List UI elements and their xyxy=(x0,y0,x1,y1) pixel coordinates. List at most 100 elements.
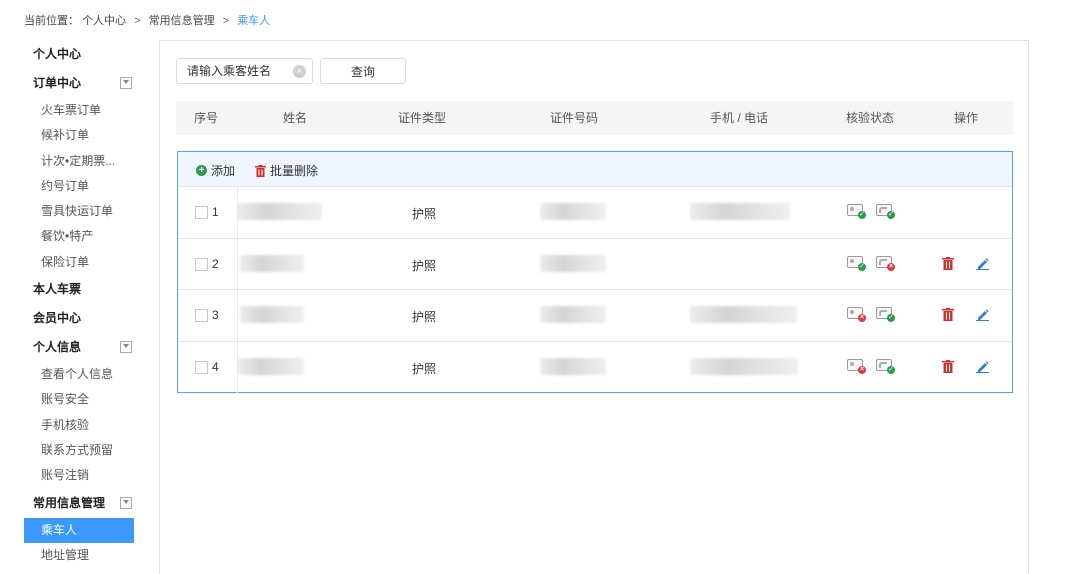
pencil-icon[interactable] xyxy=(976,360,989,373)
sidebar-group-my-tickets[interactable]: 本人车票 xyxy=(24,275,134,304)
header-verify-status: 核验状态 xyxy=(845,111,895,125)
row-checkbox[interactable] xyxy=(195,257,208,271)
sidebar-item-insurance-orders[interactable]: 保险订单 xyxy=(24,250,134,275)
sidebar-item-view-profile[interactable]: 查看个人信息 xyxy=(24,362,134,387)
breadcrumb-item-passenger: 乘车人 xyxy=(237,15,271,27)
id-card-icon: ✓ xyxy=(847,255,866,271)
breadcrumb-separator: > xyxy=(134,15,141,27)
header-doc-type: 证件类型 xyxy=(397,111,447,125)
passenger-name-redacted xyxy=(237,203,322,220)
doc-type: 护照 xyxy=(412,361,437,376)
pencil-icon[interactable] xyxy=(976,308,989,321)
sidebar-item-address-management[interactable]: 地址管理 xyxy=(24,543,134,568)
sidebar-group-label: 常用信息管理 xyxy=(33,495,106,510)
row-index: 1 xyxy=(212,205,219,219)
table-row: 4 护照 × ✓ xyxy=(178,341,1012,393)
sidebar-item-food-specialty[interactable]: 餐饮•特产 xyxy=(24,224,134,249)
failed-badge: × xyxy=(887,262,895,271)
row-checkbox[interactable] xyxy=(195,206,208,219)
sidebar-item-account-security[interactable]: 账号安全 xyxy=(24,387,134,412)
header-actions: 操作 xyxy=(953,111,979,125)
sidebar-item-ski-express[interactable]: 雪具快运订单 xyxy=(24,199,134,224)
verified-badge: ✓ xyxy=(887,365,895,374)
verified-badge: ✓ xyxy=(858,211,866,219)
table-row: 3 护照 × ✓ xyxy=(178,290,1012,342)
header-doc-number: 证件号码 xyxy=(549,111,599,125)
phone-icon: ✓ xyxy=(876,358,895,374)
header-phone: 手机 / 电话 xyxy=(709,111,769,125)
phone-redacted xyxy=(690,306,797,323)
verified-badge: ✓ xyxy=(858,262,866,271)
phone-redacted xyxy=(690,203,790,220)
phone-icon: ✓ xyxy=(876,307,895,322)
plus-circle-icon: + xyxy=(196,165,207,176)
table-row: 1 护照 ✓ ✓ xyxy=(178,187,1012,239)
sidebar-group-label: 订单中心 xyxy=(33,76,82,90)
search-box: × xyxy=(176,58,313,84)
clear-icon[interactable]: × xyxy=(293,65,306,78)
query-button[interactable]: 查询 xyxy=(320,58,406,84)
table-toolbar: + 添加 批量删除 xyxy=(178,152,1012,187)
passenger-name-redacted xyxy=(238,357,304,375)
column-divider xyxy=(237,238,238,289)
table-row: 2 护照 ✓ × xyxy=(178,238,1012,290)
sidebar-group-common-info[interactable]: 常用信息管理 xyxy=(24,489,134,518)
doc-type: 护照 xyxy=(412,310,437,324)
trash-icon xyxy=(255,164,266,177)
sidebar-group-personal-center[interactable]: 个人中心 xyxy=(24,40,134,69)
chevron-down-icon[interactable] xyxy=(120,77,132,89)
sidebar-group-label: 个人信息 xyxy=(33,340,82,355)
trash-icon[interactable] xyxy=(942,256,954,270)
sidebar-item-waitlist-orders[interactable]: 候补订单 xyxy=(24,123,134,148)
failed-badge: × xyxy=(858,314,866,322)
passenger-name-redacted xyxy=(240,306,304,323)
breadcrumb-item-personal-center[interactable]: 个人中心 xyxy=(82,15,126,27)
breadcrumb-prefix: 当前位置： xyxy=(24,15,79,27)
row-index: 4 xyxy=(212,359,219,374)
trash-icon[interactable] xyxy=(942,359,954,373)
id-card-icon: ✓ xyxy=(847,204,866,219)
sidebar-item-account-close[interactable]: 账号注销 xyxy=(24,463,134,488)
verified-badge: ✓ xyxy=(887,314,895,322)
doc-number-redacted xyxy=(540,254,606,272)
doc-number-redacted xyxy=(540,203,606,220)
sidebar-group-member-center[interactable]: 会员中心 xyxy=(24,304,134,333)
doc-type: 护照 xyxy=(412,258,437,273)
header-name: 姓名 xyxy=(282,111,308,125)
header-index: 序号 xyxy=(193,111,219,125)
add-button[interactable]: + 添加 xyxy=(196,162,235,179)
sidebar-group-personal-info[interactable]: 个人信息 xyxy=(24,333,134,362)
sidebar-item-phone-verify[interactable]: 手机核验 xyxy=(24,413,134,438)
chevron-down-icon[interactable] xyxy=(120,341,132,354)
doc-number-redacted xyxy=(540,357,606,375)
row-index: 3 xyxy=(212,308,219,322)
sidebar-group-order-center[interactable]: 订单中心 xyxy=(24,69,134,98)
breadcrumb-item-common-info[interactable]: 常用信息管理 xyxy=(149,15,215,27)
main-content: × 查询 序号 姓名 证件类型 证件号码 手机 / 电话 核验状态 操作 + 添… xyxy=(159,40,1029,574)
sidebar-item-train-orders[interactable]: 火车票订单 xyxy=(24,98,134,123)
add-label: 添加 xyxy=(211,164,236,178)
failed-badge: × xyxy=(858,365,866,374)
sidebar: 个人中心 订单中心 火车票订单 候补订单 计次•定期票... 约号订单 雪具快运… xyxy=(24,40,134,568)
table-header: 序号 姓名 证件类型 证件号码 手机 / 电话 核验状态 操作 xyxy=(176,101,1013,135)
passenger-name-redacted xyxy=(240,254,304,272)
phone-icon: ✓ xyxy=(876,204,895,219)
batch-delete-label: 批量删除 xyxy=(270,164,319,178)
sidebar-item-period-tickets[interactable]: 计次•定期票... xyxy=(24,149,134,174)
doc-type: 护照 xyxy=(412,207,437,221)
row-checkbox[interactable] xyxy=(195,360,208,374)
chevron-down-icon[interactable] xyxy=(120,496,132,509)
phone-icon: × xyxy=(876,255,895,271)
row-index: 2 xyxy=(212,256,219,271)
pencil-icon[interactable] xyxy=(976,257,989,270)
sidebar-item-reserved-orders[interactable]: 约号订单 xyxy=(24,174,134,199)
sidebar-item-contact-reserve[interactable]: 联系方式预留 xyxy=(24,438,134,463)
doc-number-redacted xyxy=(540,306,606,323)
trash-icon[interactable] xyxy=(942,308,954,321)
search-input[interactable] xyxy=(177,59,287,83)
row-checkbox[interactable] xyxy=(195,309,208,322)
batch-delete-button[interactable]: 批量删除 xyxy=(255,162,318,179)
sidebar-item-passengers[interactable]: 乘车人 xyxy=(24,517,134,543)
passenger-table: + 添加 批量删除 1 护照 ✓ ✓ 2 护照 ✓ × 3 护照 × ✓ 4 护… xyxy=(177,151,1013,393)
phone-redacted xyxy=(690,357,798,375)
